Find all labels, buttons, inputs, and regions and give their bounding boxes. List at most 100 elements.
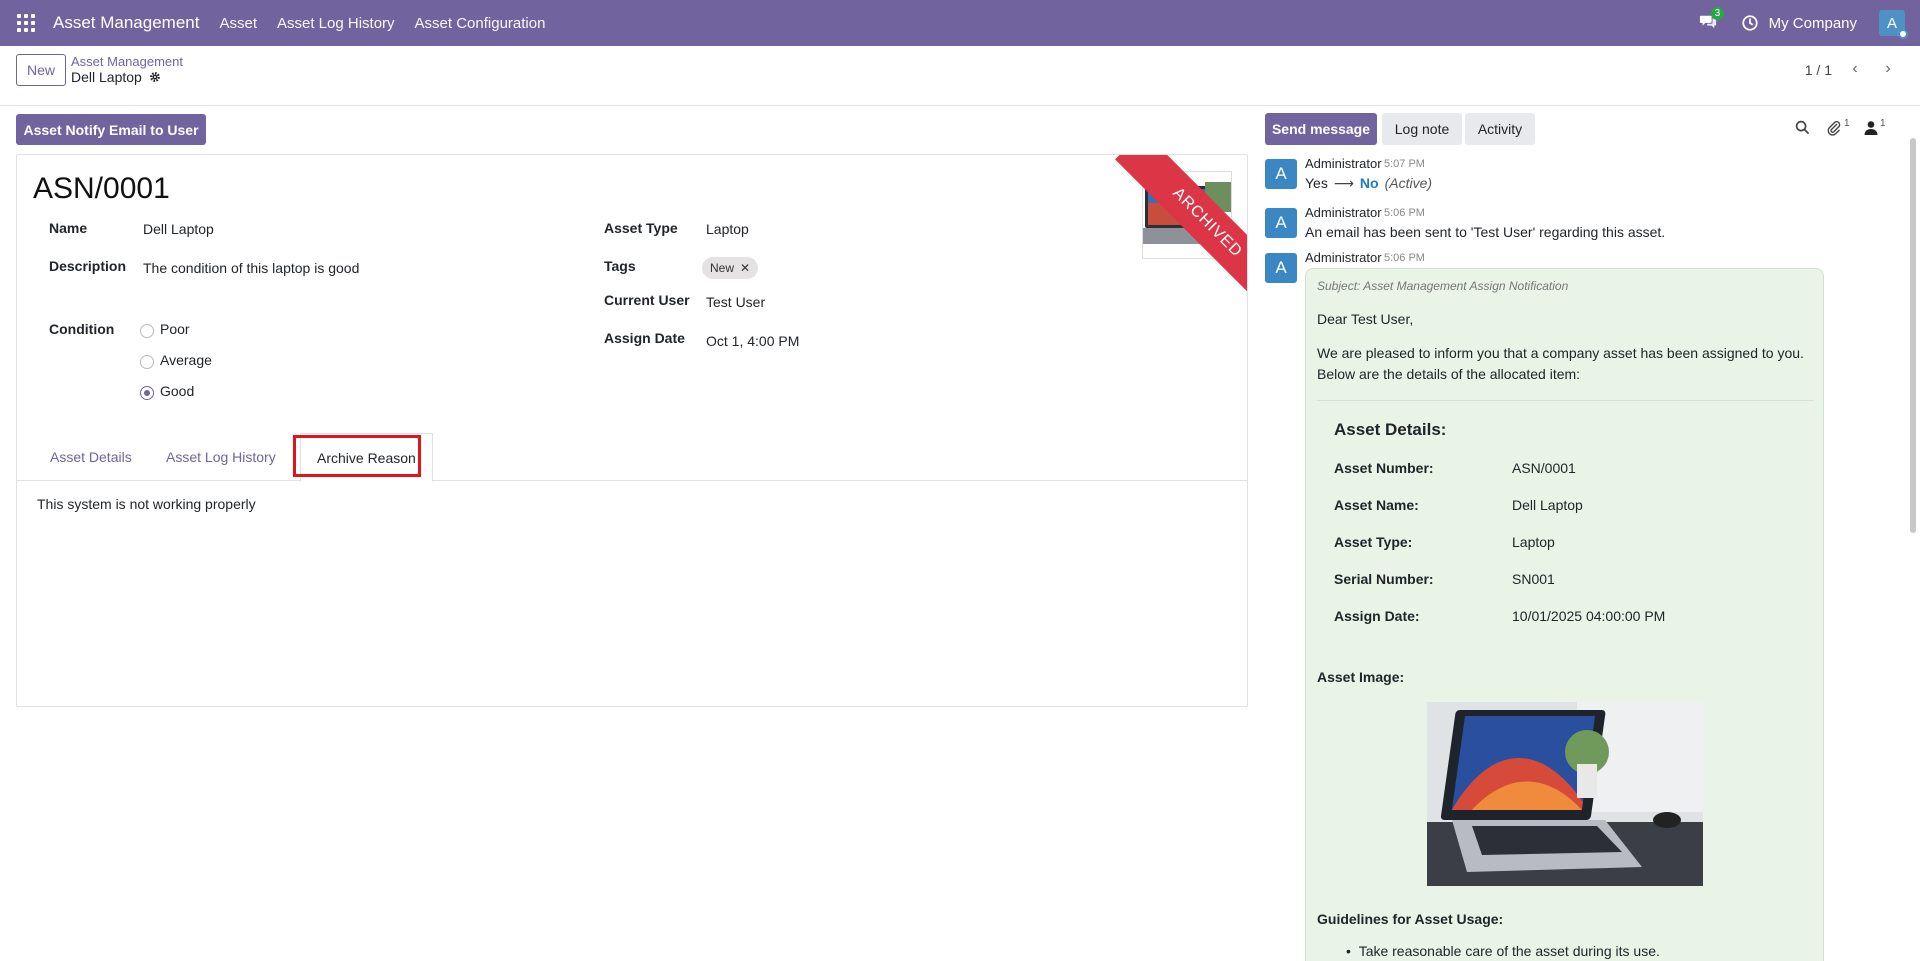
asset-type-field[interactable]: Laptop [706, 221, 749, 237]
condition-option-average[interactable]: Average [160, 352, 212, 368]
breadcrumb-parent[interactable]: Asset Management [71, 54, 183, 69]
condition-option-poor[interactable]: Poor [160, 321, 190, 337]
new-button[interactable]: New [16, 54, 67, 86]
name-label: Name [49, 220, 88, 236]
detail-label: Asset Number: [1334, 460, 1434, 476]
assign-date-field[interactable]: Oct 1, 4:00 PM [706, 333, 799, 349]
mail-subject: Subject: Asset Management Assign Notific… [1317, 279, 1569, 293]
tab-asset-log-history[interactable]: Asset Log History [150, 433, 292, 481]
detail-value: 10/01/2025 04:00:00 PM [1512, 608, 1666, 624]
asset-image-heading: Asset Image: [1317, 669, 1405, 685]
tag-new[interactable]: New ✕ [702, 257, 759, 279]
tag-label: New [710, 261, 735, 275]
follower-count: 1 [1880, 117, 1886, 129]
form-sheet: ASN/0001 Name Dell Laptop Description Th… [16, 154, 1248, 707]
condition-label: Condition [49, 321, 115, 337]
message-body: An email has been sent to 'Test User' re… [1305, 224, 1666, 240]
presence-dot [1898, 29, 1908, 39]
mail-divider [1317, 400, 1814, 401]
detail-value: Dell Laptop [1512, 497, 1583, 513]
gear-icon[interactable] [149, 71, 161, 83]
follower-user-icon [1864, 121, 1878, 135]
followers-button[interactable]: 1 [1864, 118, 1886, 138]
detail-value: SN001 [1512, 571, 1555, 587]
tags-label: Tags [604, 258, 636, 274]
mail-intro-line-1: We are pleased to inform you that a comp… [1317, 345, 1804, 361]
detail-value: ASN/0001 [1512, 460, 1576, 476]
message-author[interactable]: Administrator [1305, 156, 1382, 171]
current-user-field[interactable]: Test User [706, 294, 765, 310]
detail-label: Assign Date: [1334, 608, 1420, 624]
message-avatar[interactable]: A [1265, 159, 1297, 189]
main-menu: Asset Asset Log History Asset Configurat… [219, 15, 565, 32]
avatar-letter: A [1886, 14, 1897, 32]
asset-details-heading: Asset Details: [1334, 420, 1447, 439]
paperclip-icon [1827, 121, 1841, 136]
description-field[interactable]: The condition of this laptop is good [143, 260, 359, 276]
archived-ribbon-label: ARCHIVED [1115, 155, 1247, 305]
message-author[interactable]: Administrator [1305, 250, 1382, 265]
detail-label: Serial Number: [1334, 571, 1434, 587]
log-note-button[interactable]: Log note [1382, 113, 1462, 145]
mail-intro-line-2: Below are the details of the allocated i… [1317, 366, 1581, 382]
activity-button[interactable]: Activity [1465, 113, 1535, 145]
guidelines-heading: Guidelines for Asset Usage: [1317, 911, 1504, 927]
notebook-tabs: Asset Details Asset Log History Archive … [17, 433, 1247, 482]
top-navbar: Asset Management Asset Asset Log History… [0, 0, 1920, 46]
name-field[interactable]: Dell Laptop [143, 221, 214, 237]
menu-item-asset[interactable]: Asset [219, 15, 257, 32]
app-brand[interactable]: Asset Management [53, 13, 199, 33]
apps-grid-icon[interactable] [17, 14, 35, 32]
record-title: ASN/0001 [33, 172, 170, 205]
asset-laptop-image [1427, 702, 1703, 886]
tracking-field-name: (Active) [1384, 175, 1433, 191]
attachment-count: 1 [1844, 117, 1850, 129]
guideline-text: Take reasonable care of the asset during… [1358, 943, 1660, 959]
attachments-button[interactable]: 1 [1826, 118, 1850, 138]
mail-greeting: Dear Test User, [1317, 311, 1414, 327]
archived-ribbon: ARCHIVED [1097, 155, 1247, 305]
clock-icon[interactable] [1741, 14, 1759, 32]
pager-next-icon[interactable]: › [1876, 57, 1900, 81]
message-author[interactable]: Administrator [1305, 205, 1382, 220]
tracking-new-value: No [1359, 175, 1379, 191]
guideline-item: • Take reasonable care of the asset duri… [1346, 943, 1660, 959]
tab-asset-details[interactable]: Asset Details [34, 433, 148, 481]
menu-item-asset-log-history[interactable]: Asset Log History [277, 15, 395, 32]
chat-count-badge: 3 [1710, 7, 1725, 20]
pager-value[interactable]: 1 / 1 [1805, 62, 1832, 78]
tracking-old-value: Yes [1305, 175, 1328, 191]
control-panel: New Asset Management Dell Laptop 1 / 1 ‹… [0, 46, 1920, 106]
message-avatar[interactable]: A [1265, 208, 1297, 238]
search-icon[interactable] [1795, 120, 1810, 135]
email-message-card: Subject: Asset Management Assign Notific… [1305, 268, 1824, 961]
chat-bubbles-icon[interactable]: 3 [1699, 7, 1725, 33]
description-label: Description [49, 258, 127, 274]
archive-reason-text[interactable]: This system is not working properly [37, 496, 256, 512]
condition-option-good[interactable]: Good [160, 383, 194, 399]
message-avatar[interactable]: A [1265, 253, 1297, 283]
company-switcher[interactable]: My Company [1769, 15, 1857, 32]
detail-label: Asset Type: [1334, 534, 1413, 550]
highlight-box [293, 435, 421, 477]
menu-item-asset-configuration[interactable]: Asset Configuration [415, 15, 546, 32]
message-time: 5:06 PM [1384, 207, 1425, 219]
detail-label: Asset Name: [1334, 497, 1419, 513]
condition-radio-poor[interactable] [140, 324, 154, 338]
breadcrumb-current-label: Dell Laptop [71, 69, 142, 85]
message-time: 5:07 PM [1384, 158, 1425, 170]
asset-type-label: Asset Type [604, 220, 678, 236]
remove-tag-icon[interactable]: ✕ [740, 261, 750, 275]
breadcrumb-current: Dell Laptop [71, 69, 161, 85]
condition-radio-good[interactable] [140, 386, 154, 400]
user-avatar[interactable]: A [1879, 10, 1908, 39]
arrow-right-icon: ⟶ [1333, 175, 1354, 191]
tracking-value-change: Yes ⟶ No (Active) [1305, 175, 1432, 192]
message-time: 5:06 PM [1384, 252, 1425, 264]
chatter-scrollbar[interactable] [1910, 138, 1916, 533]
pager-previous-icon[interactable]: ‹ [1843, 57, 1867, 81]
notify-email-button[interactable]: Asset Notify Email to User [16, 114, 206, 145]
condition-radio-average[interactable] [140, 355, 154, 369]
assign-date-label: Assign Date [604, 330, 685, 346]
send-message-button[interactable]: Send message [1265, 113, 1377, 145]
